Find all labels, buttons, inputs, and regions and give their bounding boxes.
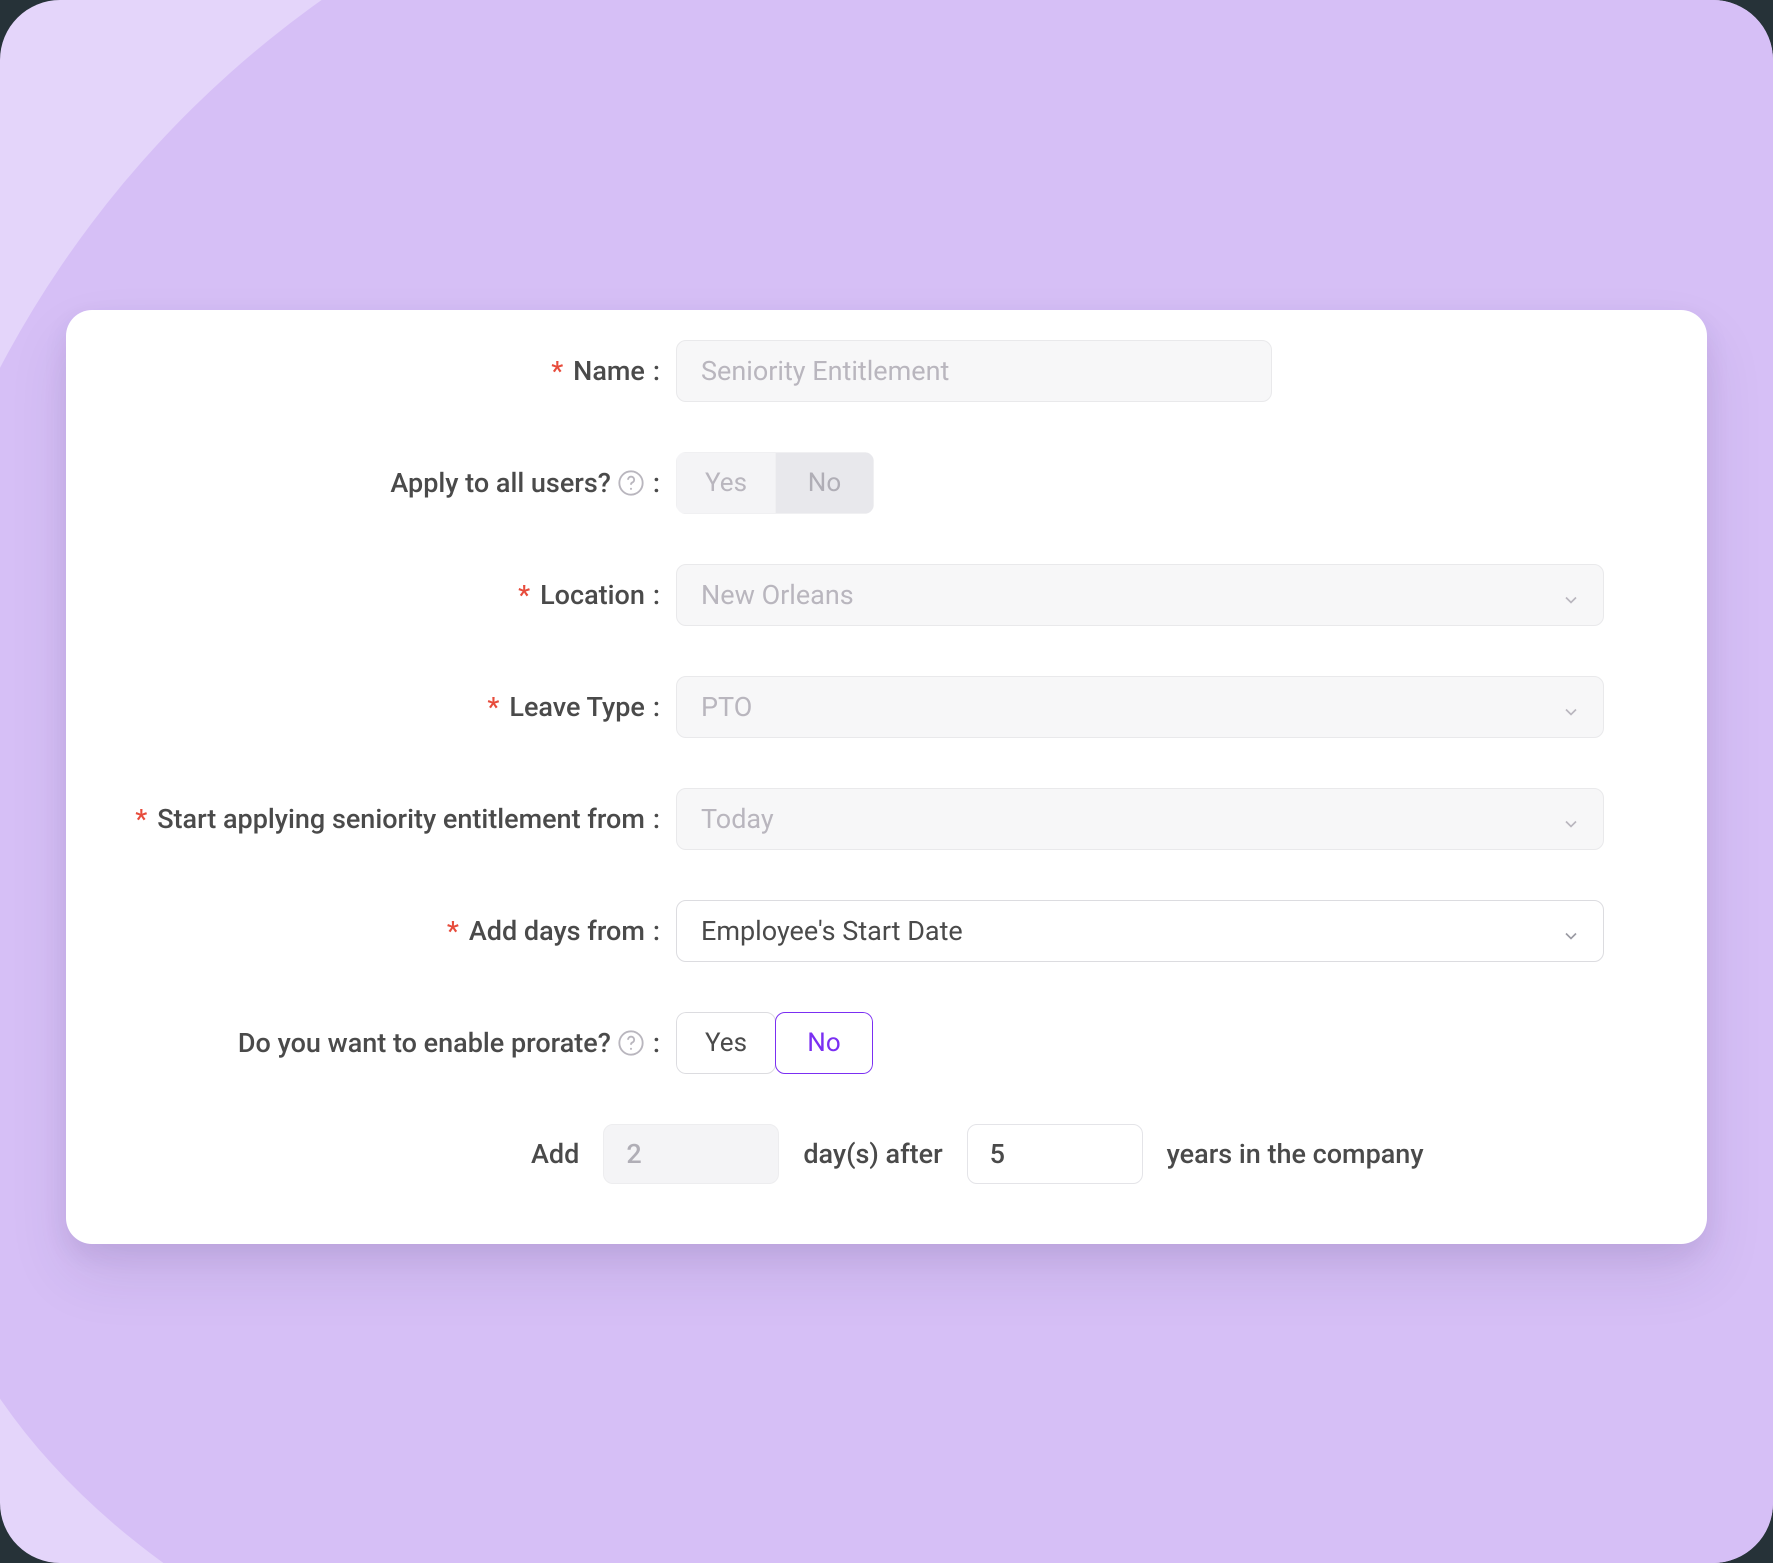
row-name: * Name : Seniority Entitlement [136, 340, 1637, 402]
prorate-no[interactable]: No [775, 1012, 873, 1074]
row-prorate: Do you want to enable prorate? : Yes [136, 1012, 1637, 1074]
label-text: Name [573, 355, 645, 387]
label-text: Start applying seniority entitlement fro… [157, 803, 645, 835]
start-from-select[interactable]: Today [676, 788, 1604, 850]
name-input[interactable]: Seniority Entitlement [676, 340, 1272, 402]
label-location: * Location : [136, 579, 676, 611]
location-select[interactable]: New Orleans [676, 564, 1604, 626]
add-days-from-value: Employee's Start Date [701, 915, 963, 947]
chevron-down-icon [1561, 585, 1581, 605]
leave-type-value: PTO [701, 691, 752, 723]
leave-type-select[interactable]: PTO [676, 676, 1604, 738]
required-marker: * [135, 803, 147, 835]
required-marker: * [487, 691, 499, 723]
seniority-entitlement-form: * Name : Seniority Entitlement Apply to … [66, 310, 1707, 1244]
label-add-days-from: * Add days from : [136, 915, 676, 947]
apply-all-toggle: Yes No [676, 452, 874, 514]
days-input[interactable]: 2 [603, 1124, 779, 1184]
required-marker: * [518, 579, 530, 611]
label-prorate: Do you want to enable prorate? : [136, 1027, 676, 1059]
label-leave-type: * Leave Type : [136, 691, 676, 723]
label-text: Do you want to enable prorate? [238, 1027, 611, 1059]
sentence-years-tail: years in the company [1167, 1138, 1424, 1170]
years-value: 5 [990, 1138, 1005, 1170]
chevron-down-icon [1561, 697, 1581, 717]
required-marker: * [551, 355, 563, 387]
prorate-toggle: Yes No [676, 1012, 873, 1074]
row-add-days-from: * Add days from : Employee's Start Date [136, 900, 1637, 962]
add-days-from-select[interactable]: Employee's Start Date [676, 900, 1604, 962]
label-start-from: * Start applying seniority entitlement f… [76, 803, 676, 835]
row-sentence: Add 2 day(s) after 5 years in the compan… [136, 1124, 1637, 1184]
days-value: 2 [626, 1138, 641, 1170]
label-text: Leave Type [509, 691, 645, 723]
label-apply-all: Apply to all users? : [136, 467, 676, 499]
label-text: Location [540, 579, 645, 611]
label-name: * Name : [136, 355, 676, 387]
prorate-yes[interactable]: Yes [676, 1012, 776, 1074]
sentence-add: Add [531, 1138, 579, 1170]
apply-all-yes[interactable]: Yes [676, 452, 776, 514]
location-value: New Orleans [701, 579, 854, 611]
help-icon[interactable] [617, 469, 645, 497]
help-icon[interactable] [617, 1029, 645, 1057]
sentence-days-after: day(s) after [803, 1138, 942, 1170]
chevron-down-icon [1561, 921, 1581, 941]
row-start-from: * Start applying seniority entitlement f… [136, 788, 1637, 850]
row-leave-type: * Leave Type : PTO [136, 676, 1637, 738]
start-from-value: Today [701, 803, 774, 835]
label-text: Add days from [469, 915, 645, 947]
row-location: * Location : New Orleans [136, 564, 1637, 626]
required-marker: * [447, 915, 459, 947]
apply-all-no[interactable]: No [776, 452, 874, 514]
row-apply-all: Apply to all users? : Yes [136, 452, 1637, 514]
years-input[interactable]: 5 [967, 1124, 1143, 1184]
name-input-value: Seniority Entitlement [701, 355, 949, 387]
chevron-down-icon [1561, 809, 1581, 829]
label-text: Apply to all users? [390, 467, 611, 499]
page-background: * Name : Seniority Entitlement Apply to … [0, 0, 1773, 1563]
